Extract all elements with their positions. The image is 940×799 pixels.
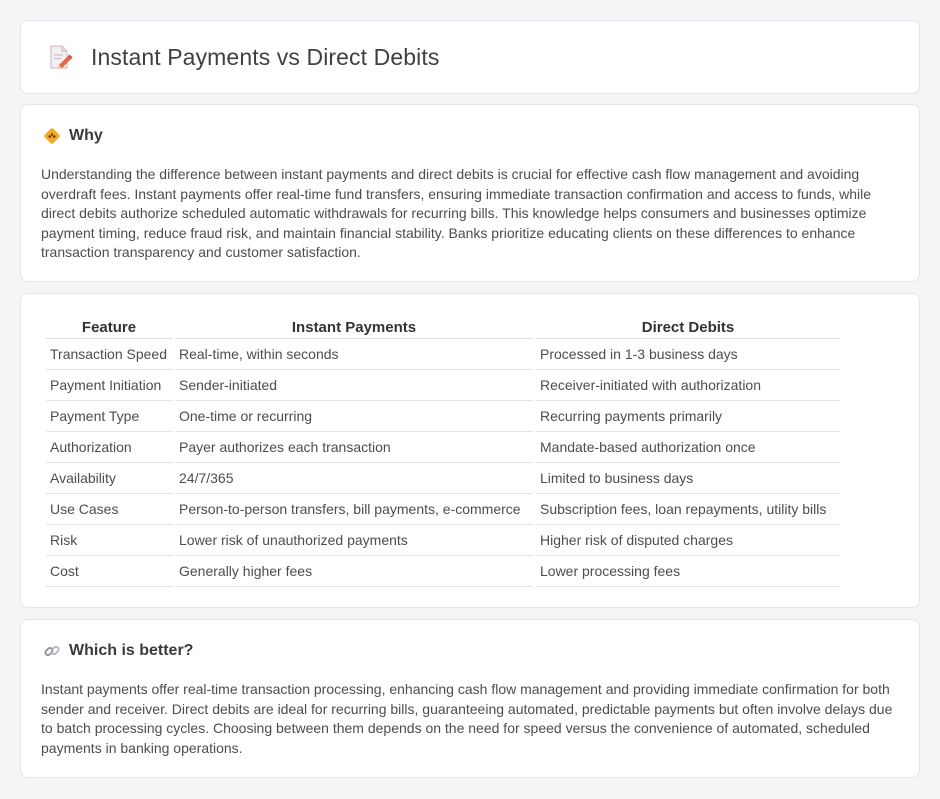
feature-cell: Payment Initiation [46, 370, 172, 401]
table-row: Transaction Speed Real-time, within seco… [46, 339, 840, 370]
feature-cell: Authorization [46, 432, 172, 463]
table-row: Availability 24/7/365 Limited to busines… [46, 463, 840, 494]
direct-debits-cell: Higher risk of disputed charges [536, 525, 840, 556]
instant-payments-cell: One-time or recurring [175, 401, 533, 432]
comparison-table-card: Feature Instant Payments Direct Debits T… [20, 293, 920, 608]
table-row: Cost Generally higher fees Lower process… [46, 556, 840, 587]
column-header-instant-payments: Instant Payments [175, 316, 533, 339]
header-card: Instant Payments vs Direct Debits [20, 20, 920, 94]
document-pencil-icon [47, 43, 73, 71]
instant-payments-cell: Lower risk of unauthorized payments [175, 525, 533, 556]
which-is-better-section: Which is better? Instant payments offer … [20, 619, 920, 778]
table-row: Use Cases Person-to-person transfers, bi… [46, 494, 840, 525]
direct-debits-cell: Receiver-initiated with authorization [536, 370, 840, 401]
feature-cell: Risk [46, 525, 172, 556]
instant-payments-cell: Generally higher fees [175, 556, 533, 587]
comparison-table: Feature Instant Payments Direct Debits T… [43, 316, 843, 587]
table-row: Risk Lower risk of unauthorized payments… [46, 525, 840, 556]
direct-debits-cell: Limited to business days [536, 463, 840, 494]
column-header-direct-debits: Direct Debits [536, 316, 840, 339]
why-section: Why Understanding the difference between… [20, 104, 920, 282]
feature-cell: Use Cases [46, 494, 172, 525]
direct-debits-cell: Recurring payments primarily [536, 401, 840, 432]
instant-payments-cell: Payer authorizes each transaction [175, 432, 533, 463]
table-row: Payment Type One-time or recurring Recur… [46, 401, 840, 432]
warning-diamond-icon [43, 127, 61, 145]
table-header-row: Feature Instant Payments Direct Debits [46, 316, 840, 339]
why-text: Understanding the difference between ins… [41, 166, 872, 260]
why-heading: Why [69, 127, 103, 144]
instant-payments-cell: Person-to-person transfers, bill payment… [175, 494, 533, 525]
table-row: Payment Initiation Sender-initiated Rece… [46, 370, 840, 401]
instant-payments-cell: 24/7/365 [175, 463, 533, 494]
direct-debits-cell: Lower processing fees [536, 556, 840, 587]
table-row: Authorization Payer authorizes each tran… [46, 432, 840, 463]
better-text: Instant payments offer real-time transac… [41, 681, 893, 756]
better-heading: Which is better? [69, 642, 194, 659]
column-header-feature: Feature [46, 316, 172, 339]
feature-cell: Transaction Speed [46, 339, 172, 370]
feature-cell: Availability [46, 463, 172, 494]
direct-debits-cell: Subscription fees, loan repayments, util… [536, 494, 840, 525]
direct-debits-cell: Mandate-based authorization once [536, 432, 840, 463]
link-icon [43, 642, 61, 660]
instant-payments-cell: Real-time, within seconds [175, 339, 533, 370]
instant-payments-cell: Sender-initiated [175, 370, 533, 401]
feature-cell: Cost [46, 556, 172, 587]
direct-debits-cell: Processed in 1-3 business days [536, 339, 840, 370]
page-title: Instant Payments vs Direct Debits [91, 43, 440, 70]
feature-cell: Payment Type [46, 401, 172, 432]
